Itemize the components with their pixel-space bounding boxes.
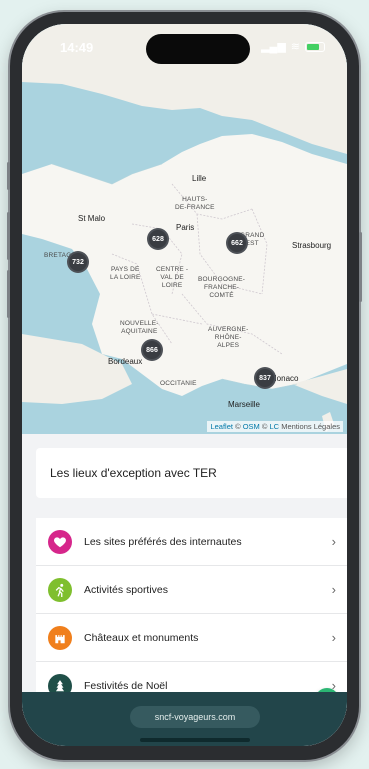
category-label: Les sites préférés des internautes (84, 535, 242, 548)
lc-link[interactable]: LC (270, 422, 280, 431)
map[interactable]: HAUTS- DE-FRANCE GRAND EST BRETAGNE PAYS D… (22, 24, 347, 434)
osm-link[interactable]: OSM (243, 422, 260, 431)
region-label-nouvelle-aquitaine: NOUVELLE- AQUITAINE (120, 320, 159, 335)
region-label-auvergne: AUVERGNE- RHÔNE- ALPES (208, 326, 249, 349)
map-attribution: Leaflet © OSM © LC Mentions Légales (207, 421, 343, 432)
status-icons: ▂▄▆ ≋ (261, 40, 325, 53)
running-icon (48, 577, 72, 602)
region-label-centre: CENTRE - VAL DE LOIRE (156, 266, 189, 289)
region-label-pays-de-la-loire: PAYS DE LA LOIRE (110, 266, 141, 281)
copyright-symbol-2: © (261, 422, 268, 431)
category-label: Activités sportives (84, 583, 169, 596)
status-time: 14:49 (60, 40, 94, 55)
city-lille: Lille (192, 174, 207, 183)
map-cluster-east[interactable]: 662 (226, 232, 248, 254)
copyright-symbol: © (235, 422, 241, 431)
category-label: Festivités de Noël (84, 680, 168, 692)
panel-title: Les lieux d'exception avec TER (50, 466, 217, 480)
category-row-favorites[interactable]: Les sites préférés des internautes › (36, 518, 347, 566)
home-indicator[interactable] (140, 738, 250, 742)
browser-bottom-bar: sncf-voyageurs.com (22, 692, 347, 746)
map-cluster-paris[interactable]: 628 (147, 228, 169, 250)
dynamic-island (146, 34, 250, 64)
legal-link[interactable]: Mentions Légales (281, 422, 340, 431)
status-bar: 14:49 ▂▄▆ ≋ (22, 24, 347, 68)
side-button (7, 162, 10, 190)
city-marseille: Marseille (228, 400, 261, 409)
volume-down-button (7, 270, 10, 318)
leaflet-link[interactable]: Leaflet (210, 422, 233, 431)
panel-header: Les lieux d'exception avec TER (36, 448, 347, 498)
map-cluster-paca[interactable]: 837 (254, 367, 276, 389)
category-list: Les sites préférés des internautes › Act… (36, 518, 347, 710)
battery-icon (305, 41, 325, 52)
power-button (359, 232, 362, 302)
region-label-bourgogne: BOURGOGNE- FRANCHE- COMTÉ (198, 276, 246, 299)
city-strasbourg: Strasbourg (292, 241, 332, 250)
phone-screen: HAUTS- DE-FRANCE GRAND EST BRETAGNE PAYS D… (22, 24, 347, 746)
chevron-right-icon: › (331, 534, 336, 549)
map-cluster-aquitaine[interactable]: 866 (141, 339, 163, 361)
category-row-sports[interactable]: Activités sportives › (36, 566, 347, 614)
heart-icon (48, 529, 72, 554)
chevron-right-icon: › (331, 582, 336, 597)
wifi-icon: ≋ (290, 41, 300, 53)
region-label-occitanie: OCCITANIE (160, 380, 197, 387)
category-label: Châteaux et monuments (84, 631, 199, 644)
category-row-castles[interactable]: Châteaux et monuments › (36, 614, 347, 662)
signal-icon: ▂▄▆ (261, 41, 286, 53)
address-bar[interactable]: sncf-voyageurs.com (130, 706, 260, 728)
region-label-hauts: HAUTS- DE-FRANCE (175, 196, 215, 211)
city-st-malo: St Malo (78, 214, 106, 223)
city-bordeaux: Bordeaux (108, 357, 143, 366)
map-cluster-bretagne[interactable]: 732 (67, 251, 89, 273)
city-paris: Paris (176, 223, 195, 232)
volume-up-button (7, 212, 10, 260)
chevron-right-icon: › (331, 630, 336, 645)
castle-icon (48, 625, 72, 650)
